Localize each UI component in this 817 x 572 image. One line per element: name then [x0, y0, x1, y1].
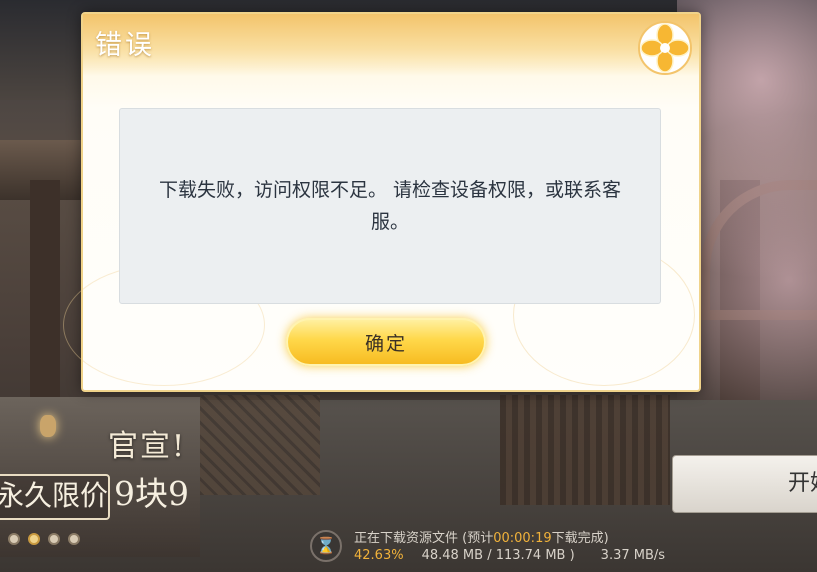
confirm-button[interactable]: 确定	[286, 318, 486, 366]
download-status-text: 正在下载资源文件 (预计00:00:19下载完成)	[354, 527, 609, 546]
background-lattice	[200, 395, 320, 495]
download-sizes: 48.48 MB / 113.74 MB )	[421, 548, 575, 563]
ad-title: 官宣!	[108, 429, 187, 464]
download-progress-text: 42.63% 48.48 MB / 113.74 MB ) 3.37 MB/s	[354, 548, 665, 563]
error-message: 下载失败，访问权限不足。 请检查设备权限，或联系客服。	[158, 179, 622, 233]
background-gate	[500, 395, 670, 505]
ad-dot[interactable]	[48, 533, 60, 545]
dialog-title: 错误	[95, 30, 155, 61]
ad-dot[interactable]	[68, 533, 80, 545]
ad-price: 9块9	[114, 474, 189, 513]
message-box: 下载失败，访问权限不足。 请检查设备权限，或联系客服。	[119, 108, 661, 304]
ad-banner[interactable]: 官宣! 永久限价 9块9	[0, 397, 200, 557]
error-dialog: 错误 下载失败，访问权限不足。 请检查设备权限，或联系客服。 确定	[63, 12, 701, 392]
close-flower-icon[interactable]	[637, 20, 693, 76]
download-status-bar: ⌛ 正在下载资源文件 (预计00:00:19下载完成) 42.63% 48.48 …	[300, 524, 817, 572]
background-pillar-left	[30, 180, 60, 400]
ad-dot-active[interactable]	[28, 533, 40, 545]
start-button-label: 开始	[788, 471, 817, 496]
download-percent: 42.63%	[354, 548, 404, 563]
download-status-prefix: 正在下载资源文件 (预计	[354, 531, 494, 546]
ad-dot[interactable]	[8, 533, 20, 545]
hourglass-icon: ⌛	[310, 530, 342, 562]
download-speed: 3.37 MB/s	[600, 548, 666, 563]
download-status-suffix: 下载完成)	[551, 531, 609, 546]
download-eta: 00:00:19	[493, 531, 552, 546]
lantern-image	[40, 415, 56, 437]
start-game-button[interactable]: 开始	[672, 455, 817, 513]
ad-pagination	[8, 533, 80, 545]
dialog-header	[83, 14, 699, 76]
ad-price-tag: 永久限价	[0, 474, 110, 520]
